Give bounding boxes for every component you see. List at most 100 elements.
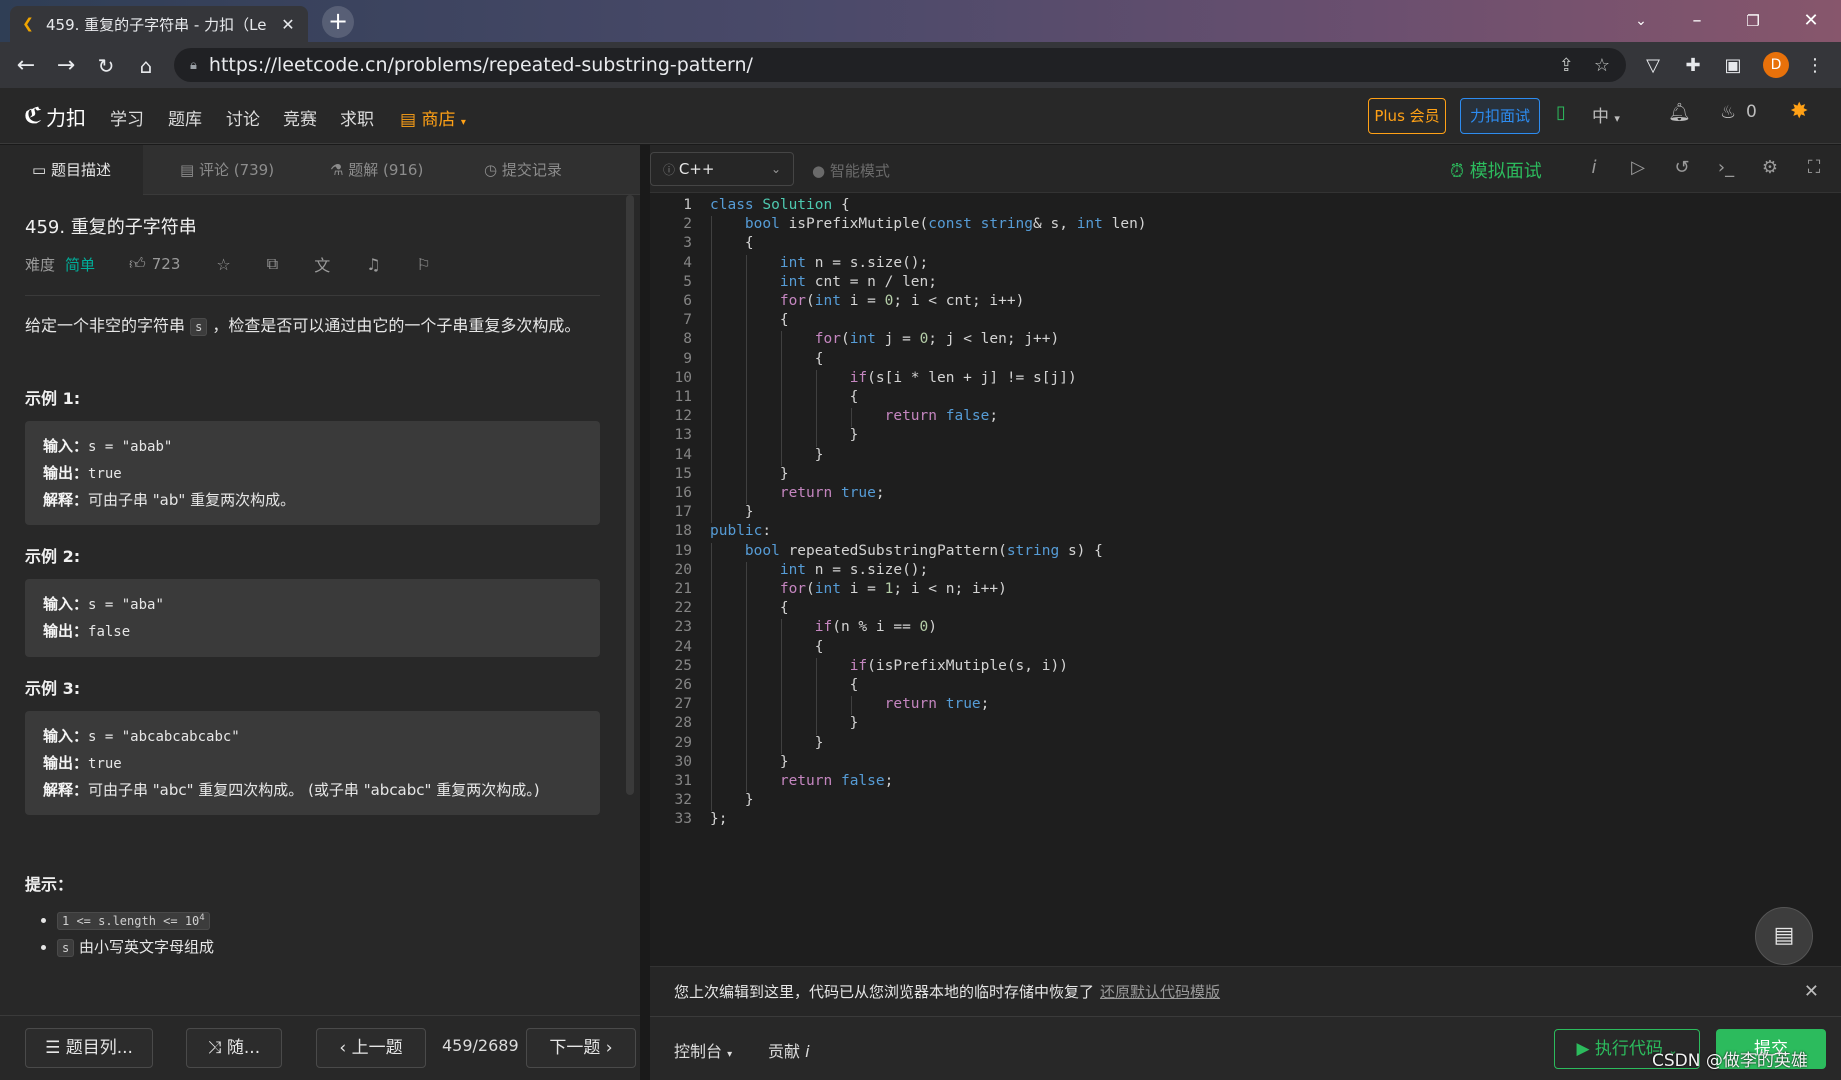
- nav-shop[interactable]: ▤ 商店 ▾: [400, 105, 466, 130]
- desc-after: ，检查是否可以通过由它的一个子串重复多次构成。: [207, 316, 581, 335]
- profile-avatar[interactable]: D: [1763, 52, 1789, 78]
- console-toggle[interactable]: 控制台 ▾: [674, 1038, 732, 1062]
- code-line[interactable]: 33};: [650, 811, 1830, 834]
- restore-button[interactable]: ❐: [1730, 6, 1776, 36]
- indent-guide: [781, 638, 782, 658]
- example-1-box: 输入：s = "abab" 输出：true 解释：可由子串 "ab" 重复两次构…: [25, 421, 600, 525]
- language-label: 中: [1592, 107, 1609, 127]
- notification-bell-icon[interactable]: 🔔︎: [1668, 102, 1691, 123]
- notes-book-icon[interactable]: ▤: [1755, 907, 1813, 965]
- settings-gear-icon[interactable]: ⚙: [1758, 157, 1782, 178]
- nav-discuss[interactable]: 讨论: [226, 105, 260, 130]
- play-icon[interactable]: ▷: [1626, 157, 1650, 178]
- contribute-link[interactable]: 贡献 i: [768, 1038, 810, 1062]
- mock-interview-label: 模拟面试: [1469, 161, 1542, 182]
- code-text: }: [710, 734, 824, 751]
- indent-guide: [746, 465, 747, 485]
- browser-tab[interactable]: ❮ 459. 重复的子字符串 - 力扣（Le ✕: [10, 6, 308, 42]
- indent-guide: [746, 677, 747, 697]
- code-editor[interactable]: 1 class Solution {2 bool isPrefixMutiple(…: [650, 193, 1841, 966]
- indent-guide: [746, 696, 747, 716]
- line-number: 25: [674, 657, 692, 674]
- tab-solutions[interactable]: ⚗ 题解 (916): [330, 145, 423, 195]
- nav-contest[interactable]: 竞赛: [283, 105, 317, 130]
- thumbs-up-icon[interactable]: 👍︎: [129, 254, 146, 274]
- line-number: 19: [674, 542, 692, 559]
- streak-flame-icon[interactable]: ♨: [1720, 102, 1736, 123]
- indent-guide: [816, 715, 817, 735]
- indent-guide: [746, 561, 747, 581]
- tab-submissions[interactable]: ◷ 提交记录: [484, 145, 562, 195]
- new-tab-button[interactable]: +: [322, 6, 354, 38]
- forward-icon[interactable]: →: [50, 50, 82, 82]
- prev-button[interactable]: ‹ 上一题: [316, 1028, 426, 1068]
- fullscreen-icon[interactable]: ⛶: [1802, 157, 1826, 178]
- plus-member-button[interactable]: Plus 会员: [1368, 98, 1446, 134]
- nav-learn[interactable]: 学习: [110, 105, 144, 130]
- indent-guide: [711, 715, 712, 735]
- left-scrollbar[interactable]: [626, 195, 634, 795]
- indent-guide: [711, 485, 712, 505]
- close-icon[interactable]: ✕: [1804, 967, 1819, 1017]
- indent-guide: [816, 696, 817, 716]
- smart-mode-toggle[interactable]: ● 智能模式: [812, 160, 890, 181]
- bookmark-star-icon[interactable]: ☆: [1594, 55, 1610, 76]
- indent-guide: [711, 696, 712, 716]
- terminal-icon[interactable]: ›_: [1714, 157, 1738, 178]
- mobile-icon[interactable]: ▯: [1556, 102, 1566, 123]
- indent-guide: [781, 734, 782, 754]
- example-2-heading: 示例 2:: [25, 547, 81, 566]
- interview-button[interactable]: 力扣面试: [1460, 98, 1540, 134]
- hint-2-text: 由小写英文字母组成: [74, 938, 215, 956]
- close-window-button[interactable]: ✕: [1788, 6, 1834, 36]
- random-button[interactable]: ⤨ 随...: [186, 1028, 282, 1068]
- problem-list-button[interactable]: ☰ 题目列...: [25, 1028, 153, 1068]
- star-icon[interactable]: ☆: [216, 255, 230, 274]
- share-icon[interactable]: ⧉: [267, 254, 278, 274]
- next-button[interactable]: 下一题 ›: [526, 1028, 636, 1068]
- tab-description[interactable]: ▭ 题目描述: [0, 145, 143, 195]
- indent-guide: [711, 581, 712, 601]
- indent-guide: [746, 446, 747, 466]
- translate-icon[interactable]: 文: [314, 252, 330, 276]
- bell-icon[interactable]: ♫: [366, 255, 380, 274]
- extension-v-icon[interactable]: ▽: [1638, 51, 1668, 81]
- line-number: 18: [674, 523, 692, 540]
- language-switch[interactable]: 中 ▾: [1592, 102, 1620, 127]
- line-number: 22: [674, 600, 692, 617]
- indent-guide: [711, 216, 712, 236]
- mock-interview-button[interactable]: ⏰︎ 模拟面试: [1450, 157, 1542, 183]
- language-value: C++: [678, 160, 715, 178]
- reload-icon[interactable]: ↻: [90, 50, 122, 82]
- nav-jobs[interactable]: 求职: [340, 105, 374, 130]
- tab-title: 459. 重复的子字符串 - 力扣（Le: [46, 15, 267, 34]
- problem-panel: ▭ 题目描述 ▤ 评论 (739) ⚗ 题解 (916) ◷ 提交记录 459.…: [0, 145, 640, 1015]
- info-i-icon[interactable]: i: [1582, 157, 1606, 178]
- user-avatar[interactable]: ✸: [1790, 99, 1808, 124]
- address-bar[interactable]: 🔒︎ https://leetcode.cn/problems/repeated…: [174, 48, 1626, 82]
- reset-icon[interactable]: ↺: [1670, 157, 1694, 178]
- side-panel-icon[interactable]: ▣: [1718, 51, 1748, 81]
- tab-close-icon[interactable]: ✕: [278, 15, 298, 34]
- line-number: 17: [674, 504, 692, 521]
- indent-guide: [781, 331, 782, 351]
- tab-comments[interactable]: ▤ 评论 (739): [180, 145, 274, 195]
- nav-problems[interactable]: 题库: [168, 105, 202, 130]
- tab-search-icon[interactable]: ⌄: [1618, 6, 1664, 36]
- menu-kebab-icon[interactable]: ⋮: [1800, 51, 1830, 81]
- language-select[interactable]: ⓘ C++ ⌄: [650, 152, 794, 186]
- home-icon[interactable]: ⌂: [130, 50, 162, 82]
- panel-splitter[interactable]: [640, 145, 650, 1080]
- minimize-button[interactable]: –: [1674, 6, 1720, 36]
- indent-guide: [711, 504, 712, 524]
- extensions-puzzle-icon[interactable]: ✚: [1678, 51, 1708, 81]
- feedback-icon[interactable]: ⚐: [417, 255, 431, 274]
- indent-guide: [711, 331, 712, 351]
- code-text: {: [710, 389, 859, 405]
- back-icon[interactable]: ←: [10, 50, 42, 82]
- restore-default-link[interactable]: 还原默认代码模版: [1100, 983, 1220, 1001]
- site-logo[interactable]: ℭ 力扣: [24, 102, 86, 131]
- code-text: {: [710, 235, 754, 252]
- share-icon[interactable]: ⇪: [1559, 55, 1574, 76]
- example-output: false: [88, 624, 131, 640]
